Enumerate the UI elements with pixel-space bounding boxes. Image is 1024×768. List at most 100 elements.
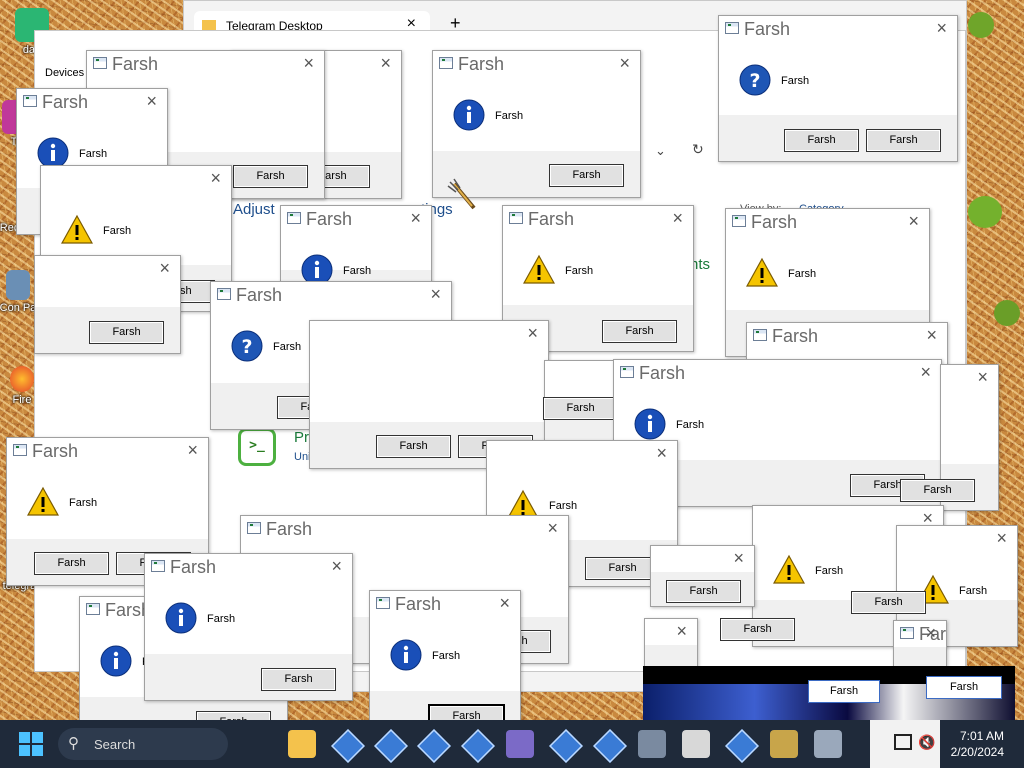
folder-icon[interactable]: [288, 730, 316, 758]
farsh-button[interactable]: Farsh: [261, 668, 336, 691]
close-icon[interactable]: ×: [527, 323, 538, 343]
volume-mute-icon[interactable]: 🔇: [918, 734, 935, 751]
farsh-button[interactable]: Farsh: [720, 618, 795, 641]
dialog-titlebar[interactable]: Farsh ×: [211, 282, 451, 308]
close-icon[interactable]: ×: [210, 168, 221, 188]
dialog-titlebar[interactable]: Farsh ×: [7, 438, 208, 464]
farsh-button[interactable]: Farsh: [549, 164, 624, 187]
close-icon[interactable]: ×: [499, 593, 510, 613]
farsh-button[interactable]: Farsh: [585, 557, 660, 580]
close-icon[interactable]: ×: [996, 528, 1007, 548]
close-icon[interactable]: ×: [977, 367, 988, 387]
close-icon[interactable]: ×: [656, 443, 667, 463]
close-icon[interactable]: ×: [303, 53, 314, 73]
dialog-titlebar[interactable]: ×: [487, 441, 677, 467]
clock-time: 7:01 AM: [959, 729, 1004, 743]
gear-icon[interactable]: [814, 730, 842, 758]
monitor-icon[interactable]: [506, 730, 534, 758]
close-icon[interactable]: ×: [908, 211, 919, 231]
close-icon[interactable]: ×: [925, 623, 936, 643]
farsh-button[interactable]: Farsh: [866, 129, 941, 152]
app-window-icon: [753, 329, 767, 341]
refresh-icon[interactable]: ↻: [692, 141, 704, 158]
app-window-icon: [151, 560, 165, 572]
dialog-titlebar[interactable]: Farsh ×: [370, 591, 520, 617]
farsh-button[interactable]: Farsh: [784, 129, 859, 152]
close-icon[interactable]: ×: [920, 362, 931, 382]
steam-icon[interactable]: [638, 730, 666, 758]
wizard-icon[interactable]: [770, 730, 798, 758]
warning-icon: [522, 254, 556, 286]
farsh-button[interactable]: Farsh: [89, 321, 164, 344]
farsh-button[interactable]: Farsh: [900, 479, 975, 502]
dialog-titlebar[interactable]: Farsh ×: [747, 323, 947, 349]
info-icon: [390, 639, 422, 671]
dialog-titlebar[interactable]: Farsh ×: [719, 16, 957, 42]
farsh-button[interactable]: Farsh: [34, 552, 109, 575]
dialog-titlebar[interactable]: ×: [35, 256, 180, 282]
app-icon[interactable]: [549, 729, 583, 763]
start-button[interactable]: [19, 732, 43, 756]
farsh-button[interactable]: Farsh: [851, 591, 926, 614]
dialog-titlebar[interactable]: Farsh ×: [433, 51, 640, 77]
dialog-message: Farsh: [676, 419, 705, 431]
app-icon[interactable]: [593, 729, 627, 763]
taskbar-search-box[interactable]: ⚲ Search: [58, 728, 228, 760]
dialog-titlebar[interactable]: Farsh ×: [87, 51, 324, 77]
desktop-icon-label: Fire: [12, 394, 32, 406]
farsh-button[interactable]: Farsh: [926, 676, 1002, 699]
app-icon[interactable]: [461, 729, 495, 763]
farsh-button[interactable]: Farsh: [808, 680, 880, 703]
dialog-titlebar[interactable]: Farsh ×: [17, 89, 167, 115]
close-icon[interactable]: ×: [936, 18, 947, 38]
close-icon[interactable]: ×: [331, 556, 342, 576]
close-icon[interactable]: ×: [380, 53, 391, 73]
dialog-title: Farsh: [42, 92, 89, 112]
close-icon[interactable]: ×: [619, 53, 630, 73]
close-icon[interactable]: ×: [410, 208, 421, 228]
dialog-titlebar[interactable]: ×: [897, 526, 1017, 552]
svg-text:?: ?: [749, 70, 760, 92]
dialog-titlebar[interactable]: Farsh ×: [614, 360, 941, 386]
dialog-titlebar[interactable]: ×: [41, 166, 231, 192]
close-icon[interactable]: ×: [187, 440, 198, 460]
close-icon[interactable]: ×: [430, 284, 441, 304]
dialog-titlebar[interactable]: ×: [651, 546, 754, 572]
dialog-titlebar[interactable]: ×: [645, 619, 697, 645]
dialog-titlebar[interactable]: ×: [310, 321, 548, 347]
dialog-message: Farsh: [788, 268, 817, 280]
farsh-button[interactable]: Farsh: [666, 580, 741, 603]
close-icon[interactable]: ×: [672, 208, 683, 228]
app-icon[interactable]: [417, 729, 451, 763]
app-icon[interactable]: [374, 729, 408, 763]
chevron-down-icon[interactable]: ⌄: [655, 143, 666, 159]
system-clock[interactable]: 7:01 AM 2/20/2024: [951, 728, 1004, 760]
dialog-title: Farsh: [751, 212, 798, 232]
farsh-button[interactable]: Farsh: [233, 165, 308, 188]
close-icon[interactable]: ×: [159, 258, 170, 278]
close-icon[interactable]: ×: [926, 325, 937, 345]
app-icon[interactable]: [725, 729, 759, 763]
close-icon[interactable]: ×: [547, 518, 558, 538]
document-icon[interactable]: [682, 730, 710, 758]
dialog-titlebar[interactable]: Far ×: [894, 621, 946, 647]
dialog-titlebar[interactable]: Farsh ×: [145, 554, 352, 580]
app-icon[interactable]: [331, 729, 365, 763]
close-icon[interactable]: ×: [676, 621, 687, 641]
farsh-button[interactable]: Farsh: [602, 320, 677, 343]
close-icon[interactable]: ×: [733, 548, 744, 568]
dialog-titlebar[interactable]: ×: [941, 365, 998, 391]
dialog-titlebar[interactable]: Farsh ×: [726, 209, 929, 235]
adjust-link[interactable]: Adjust: [233, 201, 275, 218]
desktop-wallpaper: dan T Rec Bi Con Pa Fire telegram Telegr…: [0, 0, 1024, 768]
dialog-title: Farsh: [170, 557, 217, 577]
dialog-titlebar[interactable]: Farsh ×: [503, 206, 693, 232]
app-window-icon: [93, 57, 107, 69]
farsh-button[interactable]: Farsh: [376, 435, 451, 458]
farsh-button[interactable]: Farsh: [543, 397, 618, 420]
devices-tab[interactable]: Devices: [45, 67, 84, 79]
dialog-titlebar[interactable]: Farsh ×: [241, 516, 568, 542]
close-icon[interactable]: ×: [146, 91, 157, 111]
dialog-titlebar[interactable]: Farsh ×: [281, 206, 431, 232]
network-icon[interactable]: [894, 734, 912, 750]
